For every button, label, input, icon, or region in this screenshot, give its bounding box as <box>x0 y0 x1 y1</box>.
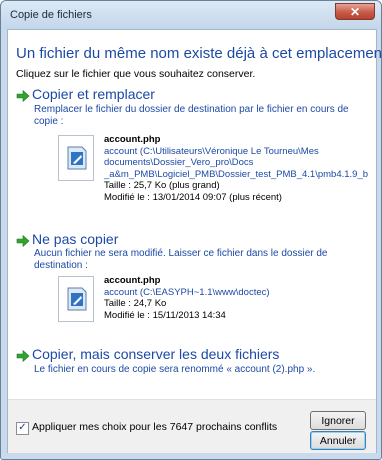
cancel-button[interactable]: Annuler <box>310 431 366 450</box>
option-title: Copier, mais conserver les deux fichiers <box>32 346 280 362</box>
option-keep-both[interactable]: Copier, mais conserver les deux fichiers… <box>16 346 368 380</box>
close-button[interactable]: ✕ <box>335 3 375 20</box>
file-path-line: account (C:\Utilisateurs\Véronique Le To… <box>104 145 319 157</box>
file-size: Taille : 25,7 Ko (plus grand) <box>104 180 220 191</box>
option-description: Remplacer le fichier du dossier de desti… <box>34 104 349 127</box>
dialog-heading: Un fichier du même nom existe déjà à cet… <box>16 45 382 62</box>
option-title: Copier et remplacer <box>32 86 155 102</box>
php-file-icon <box>58 135 94 181</box>
file-details: account.php account (C:\Utilisateurs\Vér… <box>104 134 369 203</box>
option-description: Aucun fichier ne sera modifié. Laisser c… <box>34 248 328 271</box>
green-arrow-icon <box>16 89 30 103</box>
option-description: Le fichier en cours de copie sera renomm… <box>34 364 316 375</box>
file-modified: Modifié le : 13/01/2014 09:07 (plus réce… <box>104 191 282 203</box>
file-details: account.php account (C:\EASYPH~1.1\www\d… <box>104 275 366 321</box>
option-skip[interactable]: Ne pas copier Aucun fichier ne sera modi… <box>16 231 368 329</box>
file-path-line: account (C:\EASYPH~1.1\www\doctec) <box>104 286 270 298</box>
file-name: account.php <box>104 134 161 145</box>
file-path-line: _a&m_PMB\Logiciel_PMB\Dossier_test_PMB_4… <box>104 168 369 180</box>
apply-to-all-label[interactable]: Appliquer mes choix pour les 7647 procha… <box>32 421 277 433</box>
option-title: Ne pas copier <box>32 231 119 247</box>
file-conflict-dialog: Copie de fichiers ✕ Un fichier du même n… <box>0 0 382 460</box>
ignore-button[interactable]: Ignorer <box>310 411 366 430</box>
dialog-footer: ✓ Appliquer mes choix pour les 7647 proc… <box>8 399 376 453</box>
green-arrow-icon <box>16 234 30 248</box>
php-file-icon <box>58 276 94 322</box>
close-icon: ✕ <box>349 5 361 19</box>
window-title: Copie de fichiers <box>10 9 92 21</box>
file-modified: Modifié le : 15/11/2013 14:34 <box>104 309 226 321</box>
dialog-instruction: Cliquez sur le fichier que vous souhaite… <box>16 68 256 80</box>
file-size: Taille : 24,7 Ko <box>104 298 167 309</box>
file-path-line: documents\Dossier_Vero_pro\Docs <box>104 157 254 168</box>
checkmark-icon: ✓ <box>18 422 27 433</box>
dialog-body: Un fichier du même nom existe déjà à cet… <box>7 29 381 453</box>
apply-to-all-checkbox[interactable]: ✓ <box>16 422 29 435</box>
option-copy-replace[interactable]: Copier et remplacer Remplacer le fichier… <box>16 86 368 203</box>
file-name: account.php <box>104 275 161 286</box>
title-bar[interactable]: Copie de fichiers ✕ <box>1 1 381 29</box>
green-arrow-icon <box>16 349 30 363</box>
